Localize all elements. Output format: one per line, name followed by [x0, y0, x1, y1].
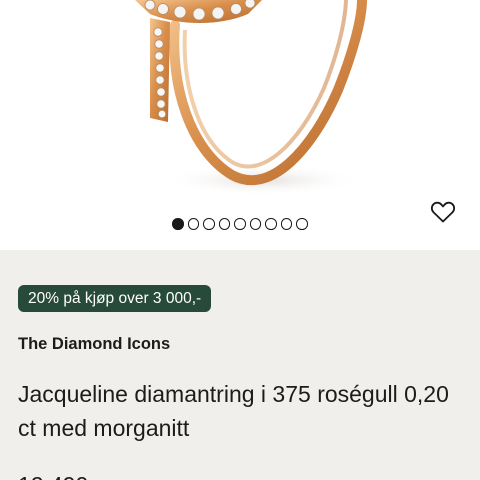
carousel-dot[interactable]	[203, 218, 215, 230]
product-image	[135, 0, 367, 196]
brand-link[interactable]: The Diamond Icons	[18, 335, 170, 354]
carousel-dot[interactable]	[280, 218, 292, 230]
carousel-dot[interactable]	[234, 218, 246, 230]
carousel-dot[interactable]	[296, 218, 308, 230]
product-details: 20% på kjøp over 3 000,- The Diamond Ico…	[0, 250, 480, 480]
carousel-dot[interactable]	[218, 218, 230, 230]
carousel-dot[interactable]	[249, 218, 261, 230]
heart-outline-icon	[430, 201, 456, 223]
carousel-dot[interactable]	[265, 218, 277, 230]
wishlist-button[interactable]	[430, 200, 456, 224]
carousel-dot[interactable]	[187, 218, 199, 230]
product-title: Jacqueline diamantring i 375 roségull 0,…	[18, 381, 449, 441]
product-image-gallery[interactable]	[0, 0, 480, 250]
product-price: 12 490,-	[18, 472, 102, 480]
promo-badge: 20% på kjøp over 3 000,-	[18, 285, 212, 312]
carousel-pagination	[172, 218, 308, 230]
carousel-dot[interactable]	[172, 218, 184, 230]
